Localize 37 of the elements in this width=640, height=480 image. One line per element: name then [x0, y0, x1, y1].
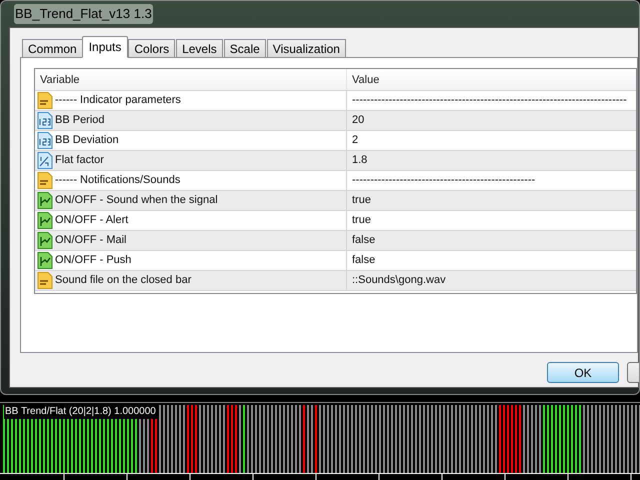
text-type-icon: [37, 92, 53, 109]
tab[interactable]: Inputs: [82, 36, 128, 58]
tab[interactable]: Levels: [176, 39, 223, 58]
value-cell[interactable]: ::Sounds\gong.wav: [352, 272, 446, 289]
variable-name: BB Deviation: [55, 133, 119, 148]
value-cell[interactable]: 2: [352, 132, 358, 149]
variable-name: ON/OFF - Push: [55, 253, 132, 268]
variable-name: BB Period: [55, 113, 105, 128]
variable-name: ------ Notifications/Sounds: [55, 173, 180, 188]
fraction-type-icon: [37, 152, 53, 169]
value-cell[interactable]: false: [352, 232, 376, 249]
ok-button[interactable]: OK: [547, 362, 619, 383]
value-cell[interactable]: ---------------------------------------------------------------------------: [352, 92, 627, 109]
value-cell[interactable]: 1.8: [352, 152, 368, 169]
tab[interactable]: Scale: [224, 39, 266, 58]
variable-name: ON/OFF - Mail: [55, 233, 126, 248]
text-type-icon: [37, 172, 53, 189]
tab[interactable]: Visualization: [266, 39, 346, 58]
value-cell[interactable]: false: [352, 252, 376, 269]
column-header[interactable]: Variable: [35, 69, 347, 90]
number-type-icon: [37, 112, 53, 129]
value-cell[interactable]: 20: [352, 112, 364, 129]
window-title: BB_Trend_Flat_v13 1.3: [14, 4, 153, 24]
variable-name: Flat factor: [55, 153, 104, 168]
number-type-icon: [37, 132, 53, 149]
indicator-label: BB Trend/Flat (20|2|1.8) 1.000000: [4, 405, 157, 419]
text-type-icon: [37, 272, 53, 289]
variable-name: Sound file on the closed bar: [55, 273, 192, 288]
variable-name: ON/OFF - Alert: [55, 213, 128, 228]
variable-name: ON/OFF - Sound when the signal: [55, 193, 218, 208]
variable-name: ------ Indicator parameters: [55, 93, 181, 108]
tab[interactable]: Common: [22, 39, 83, 58]
tab[interactable]: Colors: [128, 39, 176, 58]
column-header[interactable]: Value: [347, 69, 636, 90]
value-cell[interactable]: true: [352, 192, 371, 209]
value-cell[interactable]: true: [352, 212, 371, 229]
value-cell[interactable]: --------------------------------------------------: [352, 172, 536, 189]
